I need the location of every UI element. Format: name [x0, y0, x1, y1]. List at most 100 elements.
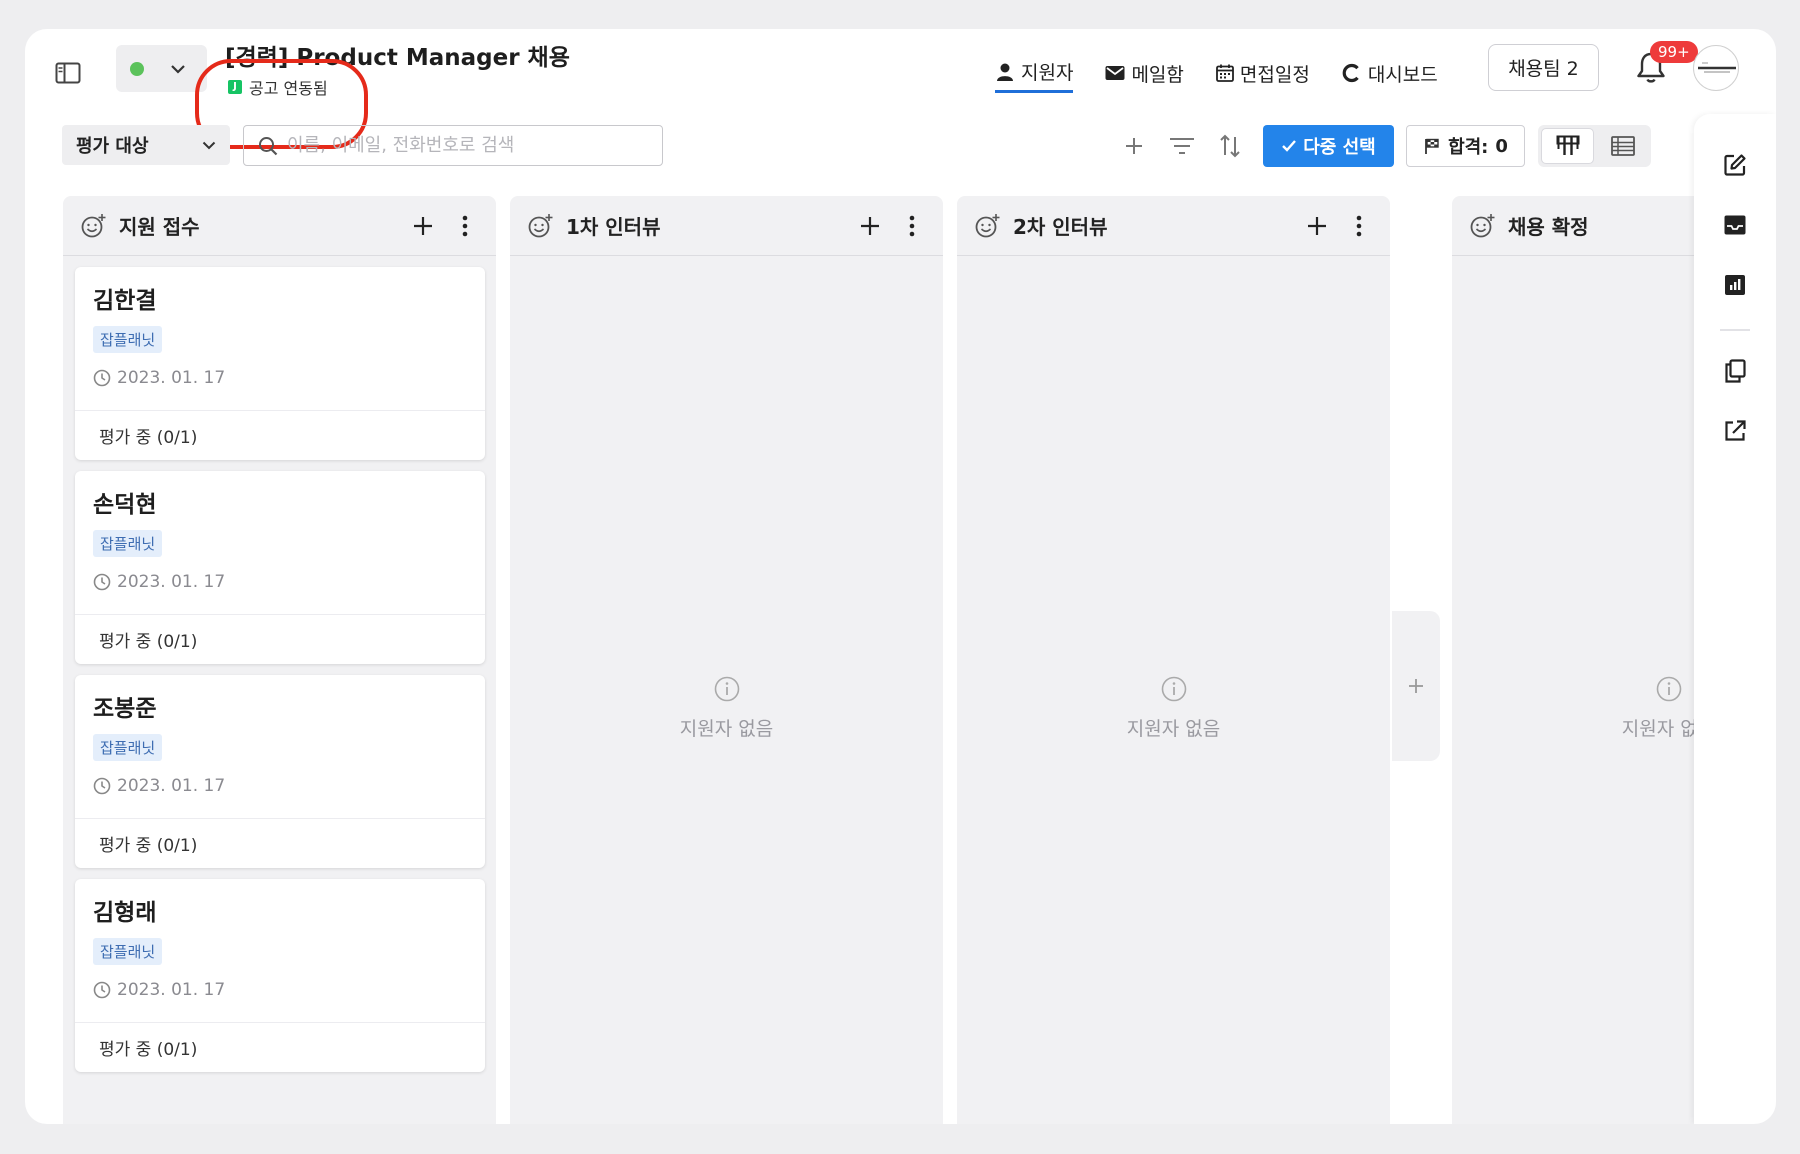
applicant-name: 김한결 — [93, 288, 157, 314]
info-icon — [1161, 676, 1187, 702]
applicant-name: 조봉준 — [93, 696, 157, 722]
column-header: 2차 인터뷰 — [957, 196, 1390, 256]
source-tag: 잡플래닛 — [93, 734, 163, 761]
copy-icon[interactable] — [1721, 357, 1749, 385]
source-tag: 잡플래닛 — [93, 326, 163, 353]
applicant-name: 손덕현 — [93, 492, 157, 518]
search-input[interactable] — [287, 135, 647, 156]
check-icon — [1281, 139, 1297, 153]
board-view-icon[interactable] — [1541, 128, 1594, 164]
clock-icon — [93, 777, 111, 795]
search-icon — [258, 136, 278, 156]
applied-date-text: 2023. 01. 17 — [117, 572, 226, 592]
dashboard-icon — [1342, 63, 1362, 83]
report-icon[interactable] — [1721, 271, 1749, 299]
sidebar-toggle-icon[interactable] — [50, 55, 86, 91]
info-icon — [714, 676, 740, 702]
pass-label: 합격: — [1448, 137, 1489, 158]
job-status-select[interactable] — [116, 45, 207, 92]
empty-state: 지원자 없음 — [957, 676, 1390, 741]
empty-state: 지원자 없음 — [510, 676, 943, 741]
avatar[interactable] — [1693, 45, 1739, 91]
top-navigation: 지원자 메일함 면접일정 대시보드 — [995, 53, 1438, 93]
search-box — [243, 125, 663, 166]
evaluation-status: 평가 중 (0/1) — [75, 818, 485, 868]
applicant-card[interactable]: 김형래 잡플래닛 2023. 01. 17 평가 중 (0/1) — [75, 879, 485, 1072]
applied-date: 2023. 01. 17 — [93, 980, 225, 1000]
add-icon[interactable] — [1118, 130, 1150, 162]
sort-icon[interactable] — [1214, 130, 1246, 162]
status-dot — [130, 61, 144, 76]
applied-date-text: 2023. 01. 17 — [117, 980, 226, 1000]
more-options-icon[interactable] — [897, 211, 927, 241]
list-view-icon[interactable] — [1597, 128, 1648, 164]
add-column-icon[interactable] — [1392, 611, 1440, 761]
flag-icon — [1423, 137, 1441, 155]
add-applicant-icon[interactable] — [408, 211, 438, 241]
multi-select-label: 다중 선택 — [1303, 137, 1376, 158]
smile-add-icon — [975, 213, 1001, 239]
evaluation-target-label: 평가 대상 — [76, 136, 149, 157]
external-link-icon[interactable] — [1721, 417, 1749, 445]
clock-icon — [93, 369, 111, 387]
column-title: 1차 인터뷰 — [566, 215, 661, 239]
applied-date: 2023. 01. 17 — [93, 572, 225, 592]
evaluation-target-select[interactable]: 평가 대상 — [62, 125, 230, 165]
tab-mailbox-label: 메일함 — [1131, 63, 1184, 86]
person-icon — [995, 62, 1015, 82]
tab-applicants-label: 지원자 — [1021, 62, 1074, 84]
more-options-icon[interactable] — [1344, 211, 1374, 241]
tab-interview-schedule[interactable]: 면접일정 — [1216, 53, 1310, 93]
applied-date-text: 2023. 01. 17 — [117, 368, 226, 388]
chevron-down-icon — [170, 64, 186, 74]
tab-interview-schedule-label: 면접일정 — [1239, 63, 1310, 86]
smile-add-icon — [1470, 213, 1496, 239]
more-options-icon[interactable] — [450, 211, 480, 241]
applicant-name: 김형래 — [93, 900, 157, 926]
view-toggle — [1538, 125, 1651, 167]
evaluation-status: 평가 중 (0/1) — [75, 614, 485, 664]
add-applicant-icon[interactable] — [1302, 211, 1332, 241]
column-title: 지원 접수 — [119, 215, 200, 239]
column-applied: 지원 접수 김한결 잡플래닛 2023. 01. 17 평가 중 (0/1) 손… — [63, 196, 496, 1124]
rail-divider — [1720, 329, 1750, 331]
column-header: 지원 접수 — [63, 196, 496, 256]
evaluation-status: 평가 중 (0/1) — [75, 410, 485, 460]
column-second-interview: 2차 인터뷰 지원자 없음 — [957, 196, 1390, 1124]
applied-date: 2023. 01. 17 — [93, 776, 225, 796]
column-header: 1차 인터뷰 — [510, 196, 943, 256]
mail-icon — [1105, 65, 1125, 81]
applicant-card[interactable]: 손덕현 잡플래닛 2023. 01. 17 평가 중 (0/1) — [75, 471, 485, 664]
chevron-down-icon — [202, 141, 216, 150]
column-title: 2차 인터뷰 — [1013, 215, 1108, 239]
applicant-card[interactable]: 김한결 잡플래닛 2023. 01. 17 평가 중 (0/1) — [75, 267, 485, 460]
info-icon — [1656, 676, 1682, 702]
hiring-team-button[interactable]: 채용팀 2 — [1488, 44, 1599, 91]
applied-date-text: 2023. 01. 17 — [117, 776, 226, 796]
applied-date: 2023. 01. 17 — [93, 368, 225, 388]
tab-mailbox[interactable]: 메일함 — [1105, 53, 1184, 93]
column-first-interview: 1차 인터뷰 지원자 없음 — [510, 196, 943, 1124]
source-tag: 잡플래닛 — [93, 530, 163, 557]
clock-icon — [93, 573, 111, 591]
smile-add-icon — [528, 213, 554, 239]
pass-count: 0 — [1495, 135, 1508, 157]
multi-select-button[interactable]: 다중 선택 — [1263, 125, 1394, 167]
evaluation-status: 평가 중 (0/1) — [75, 1022, 485, 1072]
tab-dashboard[interactable]: 대시보드 — [1342, 53, 1438, 93]
smile-add-icon — [81, 213, 107, 239]
add-applicant-icon[interactable] — [855, 211, 885, 241]
applicant-card[interactable]: 조봉준 잡플래닛 2023. 01. 17 평가 중 (0/1) — [75, 675, 485, 868]
right-action-rail — [1694, 114, 1776, 1124]
edit-icon[interactable] — [1721, 151, 1749, 179]
filter-icon[interactable] — [1166, 130, 1198, 162]
source-tag: 잡플래닛 — [93, 938, 163, 965]
empty-state-text: 지원자 없음 — [1126, 718, 1221, 740]
pass-count-button[interactable]: 합격: 0 — [1406, 125, 1525, 167]
empty-state-text: 지원자 없음 — [679, 718, 774, 740]
notification-badge: 99+ — [1650, 41, 1698, 63]
inbox-icon[interactable] — [1721, 211, 1749, 239]
tab-applicants[interactable]: 지원자 — [995, 53, 1074, 93]
clock-icon — [93, 981, 111, 999]
tab-dashboard-label: 대시보드 — [1367, 63, 1438, 86]
